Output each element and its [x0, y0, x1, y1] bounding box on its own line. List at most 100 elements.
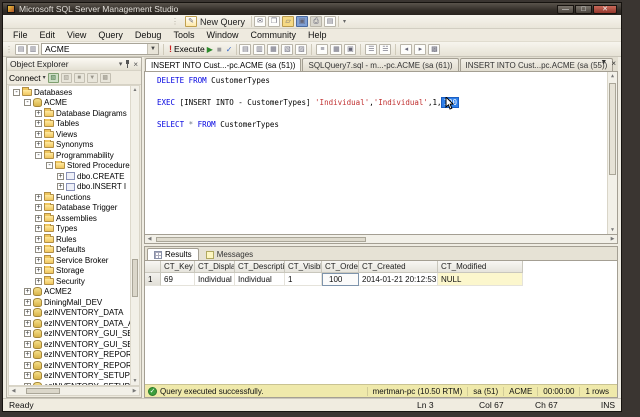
query-editor[interactable]: DELETE FROM CustomerTypes EXEC [INSERT I…: [144, 71, 618, 235]
editor-scroll-down-icon[interactable]: ▼: [608, 226, 617, 234]
editor-scroll-right-icon[interactable]: ▶: [608, 236, 617, 242]
close-document-icon[interactable]: ×: [611, 59, 616, 68]
expand-icon[interactable]: +: [57, 172, 64, 180]
scroll-right-icon[interactable]: ▶: [130, 388, 139, 394]
tree-item-ezinventory-gui-seti[interactable]: + ezINVENTORY_GUI_SETI: [9, 339, 130, 350]
cell-ct-order-selected[interactable]: 100: [322, 273, 359, 286]
filter-icon[interactable]: ▼: [86, 72, 98, 83]
tree-vertical-scrollbar[interactable]: ▲ ▼: [130, 86, 139, 385]
new-query-button[interactable]: ✎ New Query: [181, 15, 249, 28]
stop-icon[interactable]: ■: [217, 45, 222, 54]
tree-item-types[interactable]: + Types: [9, 223, 130, 235]
intellisense-icon[interactable]: ▧: [281, 43, 294, 55]
tree-item-ezinventory-reports[interactable]: + ezINVENTORY_REPORTS: [9, 350, 130, 361]
tree-item-dbo-create[interactable]: + dbo.CREATE: [9, 171, 130, 182]
menu-community[interactable]: Community: [244, 30, 302, 40]
activity-monitor-icon[interactable]: ▤: [324, 16, 337, 27]
maximize-button[interactable]: □: [575, 4, 592, 14]
expand-icon[interactable]: +: [35, 204, 42, 212]
results-to-file-icon[interactable]: ▣: [344, 43, 357, 55]
document-tab-1[interactable]: INSERT INTO Cust...-pc.ACME (sa (51)): [145, 58, 302, 71]
tree-scroll-thumb[interactable]: [132, 259, 138, 298]
cell-ct-created[interactable]: 2014-01-21 20:12:53.097: [359, 273, 438, 286]
results-to-text-icon[interactable]: ≡: [316, 43, 329, 55]
results-tab-results[interactable]: Results: [147, 248, 199, 260]
save-icon[interactable]: ▣: [296, 16, 309, 27]
grid-corner-cell[interactable]: [145, 261, 161, 273]
menu-window[interactable]: Window: [200, 30, 244, 40]
column-header[interactable]: CT_Description: [235, 261, 285, 273]
document-tab-3[interactable]: INSERT INTO Cust...pc.ACME (sa (55)): [459, 58, 614, 71]
cell-ct-display[interactable]: Individual: [195, 273, 235, 286]
expand-icon[interactable]: +: [35, 141, 42, 149]
expand-icon[interactable]: +: [24, 319, 31, 327]
menu-file[interactable]: File: [7, 30, 34, 40]
collapse-icon[interactable]: -: [46, 162, 53, 170]
cell-ct-description[interactable]: Individual: [235, 273, 285, 286]
tree-item-acme2[interactable]: + ACME2: [9, 287, 130, 298]
tree-item-diningmall-dev[interactable]: + DiningMall_DEV: [9, 297, 130, 308]
tree-item-storage[interactable]: + Storage: [9, 265, 130, 277]
tree-item-ezinventory-reports[interactable]: + ezINVENTORY_REPORTS: [9, 360, 130, 371]
tree-item-ezinventory-gui-seti[interactable]: + ezINVENTORY_GUI_SETI: [9, 329, 130, 340]
tree-item-ezinventory-setup-t[interactable]: + ezINVENTORY_SETUP_T: [9, 371, 130, 382]
expand-icon[interactable]: +: [35, 130, 42, 138]
expand-icon[interactable]: +: [35, 193, 42, 201]
minimize-button[interactable]: —: [557, 4, 574, 14]
toolbar-grip[interactable]: ⋮: [171, 17, 179, 26]
column-header[interactable]: CT_Visible: [285, 261, 322, 273]
editor-horizontal-scrollbar[interactable]: ◀ ▶: [144, 235, 618, 244]
script-icon[interactable]: ▩: [99, 72, 111, 83]
menu-debug[interactable]: Debug: [129, 30, 168, 40]
close-button[interactable]: ✕: [593, 4, 617, 14]
active-files-dropdown-icon[interactable]: ▼: [600, 59, 607, 68]
tree-item-acme[interactable]: - ACME: [9, 98, 130, 109]
menu-query[interactable]: Query: [92, 30, 129, 40]
panel-dropdown-icon[interactable]: ▾: [119, 60, 123, 68]
print-icon[interactable]: ⎙: [310, 16, 323, 27]
tree-hscroll-thumb[interactable]: [26, 388, 60, 394]
open-folder-icon[interactable]: ▱: [282, 16, 295, 27]
editor-scroll-thumb[interactable]: [609, 83, 616, 175]
cell-ct-modified[interactable]: NULL: [438, 273, 523, 286]
debug-icon[interactable]: ▶: [207, 45, 213, 54]
tree-horizontal-scrollbar[interactable]: ◀ ▶: [8, 386, 140, 396]
tree-item-assemblies[interactable]: + Assemblies: [9, 213, 130, 224]
scroll-up-icon[interactable]: ▲: [131, 86, 139, 94]
expand-icon[interactable]: +: [35, 225, 42, 233]
combo-dropdown-icon[interactable]: ▼: [147, 44, 158, 54]
tree-item-functions[interactable]: + Functions: [9, 192, 130, 203]
cell-ct-key[interactable]: 69: [161, 273, 195, 286]
tree-item-ezinventory-data[interactable]: + ezINVENTORY_DATA: [9, 308, 130, 319]
decrease-indent-icon[interactable]: ◂: [400, 43, 413, 55]
connect-button[interactable]: Connect ▾: [9, 73, 46, 83]
results-tab-messages[interactable]: Messages: [199, 248, 260, 260]
column-header[interactable]: CT_Created: [359, 261, 438, 273]
expand-icon[interactable]: +: [24, 288, 31, 296]
menu-help[interactable]: Help: [302, 30, 333, 40]
tree-item-databases[interactable]: - Databases: [9, 87, 130, 98]
tree-item-views[interactable]: + Views: [9, 129, 130, 140]
scroll-left-icon[interactable]: ◀: [9, 388, 18, 394]
expand-icon[interactable]: +: [35, 109, 42, 117]
tree-item-programmability[interactable]: - Programmability: [9, 150, 130, 161]
collapse-icon[interactable]: -: [24, 99, 31, 107]
column-header[interactable]: CT_Key: [161, 261, 195, 273]
database-combo[interactable]: ACME ▼: [41, 43, 159, 55]
tree-item-database-diagrams[interactable]: + Database Diagrams: [9, 108, 130, 119]
expand-icon[interactable]: +: [24, 372, 31, 380]
tree-item-ezinventory-data-a[interactable]: + ezINVENTORY_DATA_A: [9, 318, 130, 329]
panel-close-icon[interactable]: ×: [133, 60, 138, 69]
uncomment-icon[interactable]: ☱: [379, 43, 392, 55]
expand-icon[interactable]: +: [35, 235, 42, 243]
expand-icon[interactable]: +: [35, 246, 42, 254]
editor-scroll-left-icon[interactable]: ◀: [145, 236, 154, 242]
parse-icon[interactable]: ✓: [226, 45, 233, 54]
tree-item-database-trigger[interactable]: + Database Trigger: [9, 202, 130, 214]
expand-icon[interactable]: +: [24, 298, 31, 306]
include-actual-plan-icon[interactable]: ▥: [253, 43, 266, 55]
tree-item-ezinventory-setup-t[interactable]: + ezINVENTORY_SETUP_T: [9, 381, 130, 385]
expand-icon[interactable]: +: [24, 351, 31, 359]
increase-indent-icon[interactable]: ▸: [414, 43, 427, 55]
tree-item-security[interactable]: + Security: [9, 276, 130, 287]
